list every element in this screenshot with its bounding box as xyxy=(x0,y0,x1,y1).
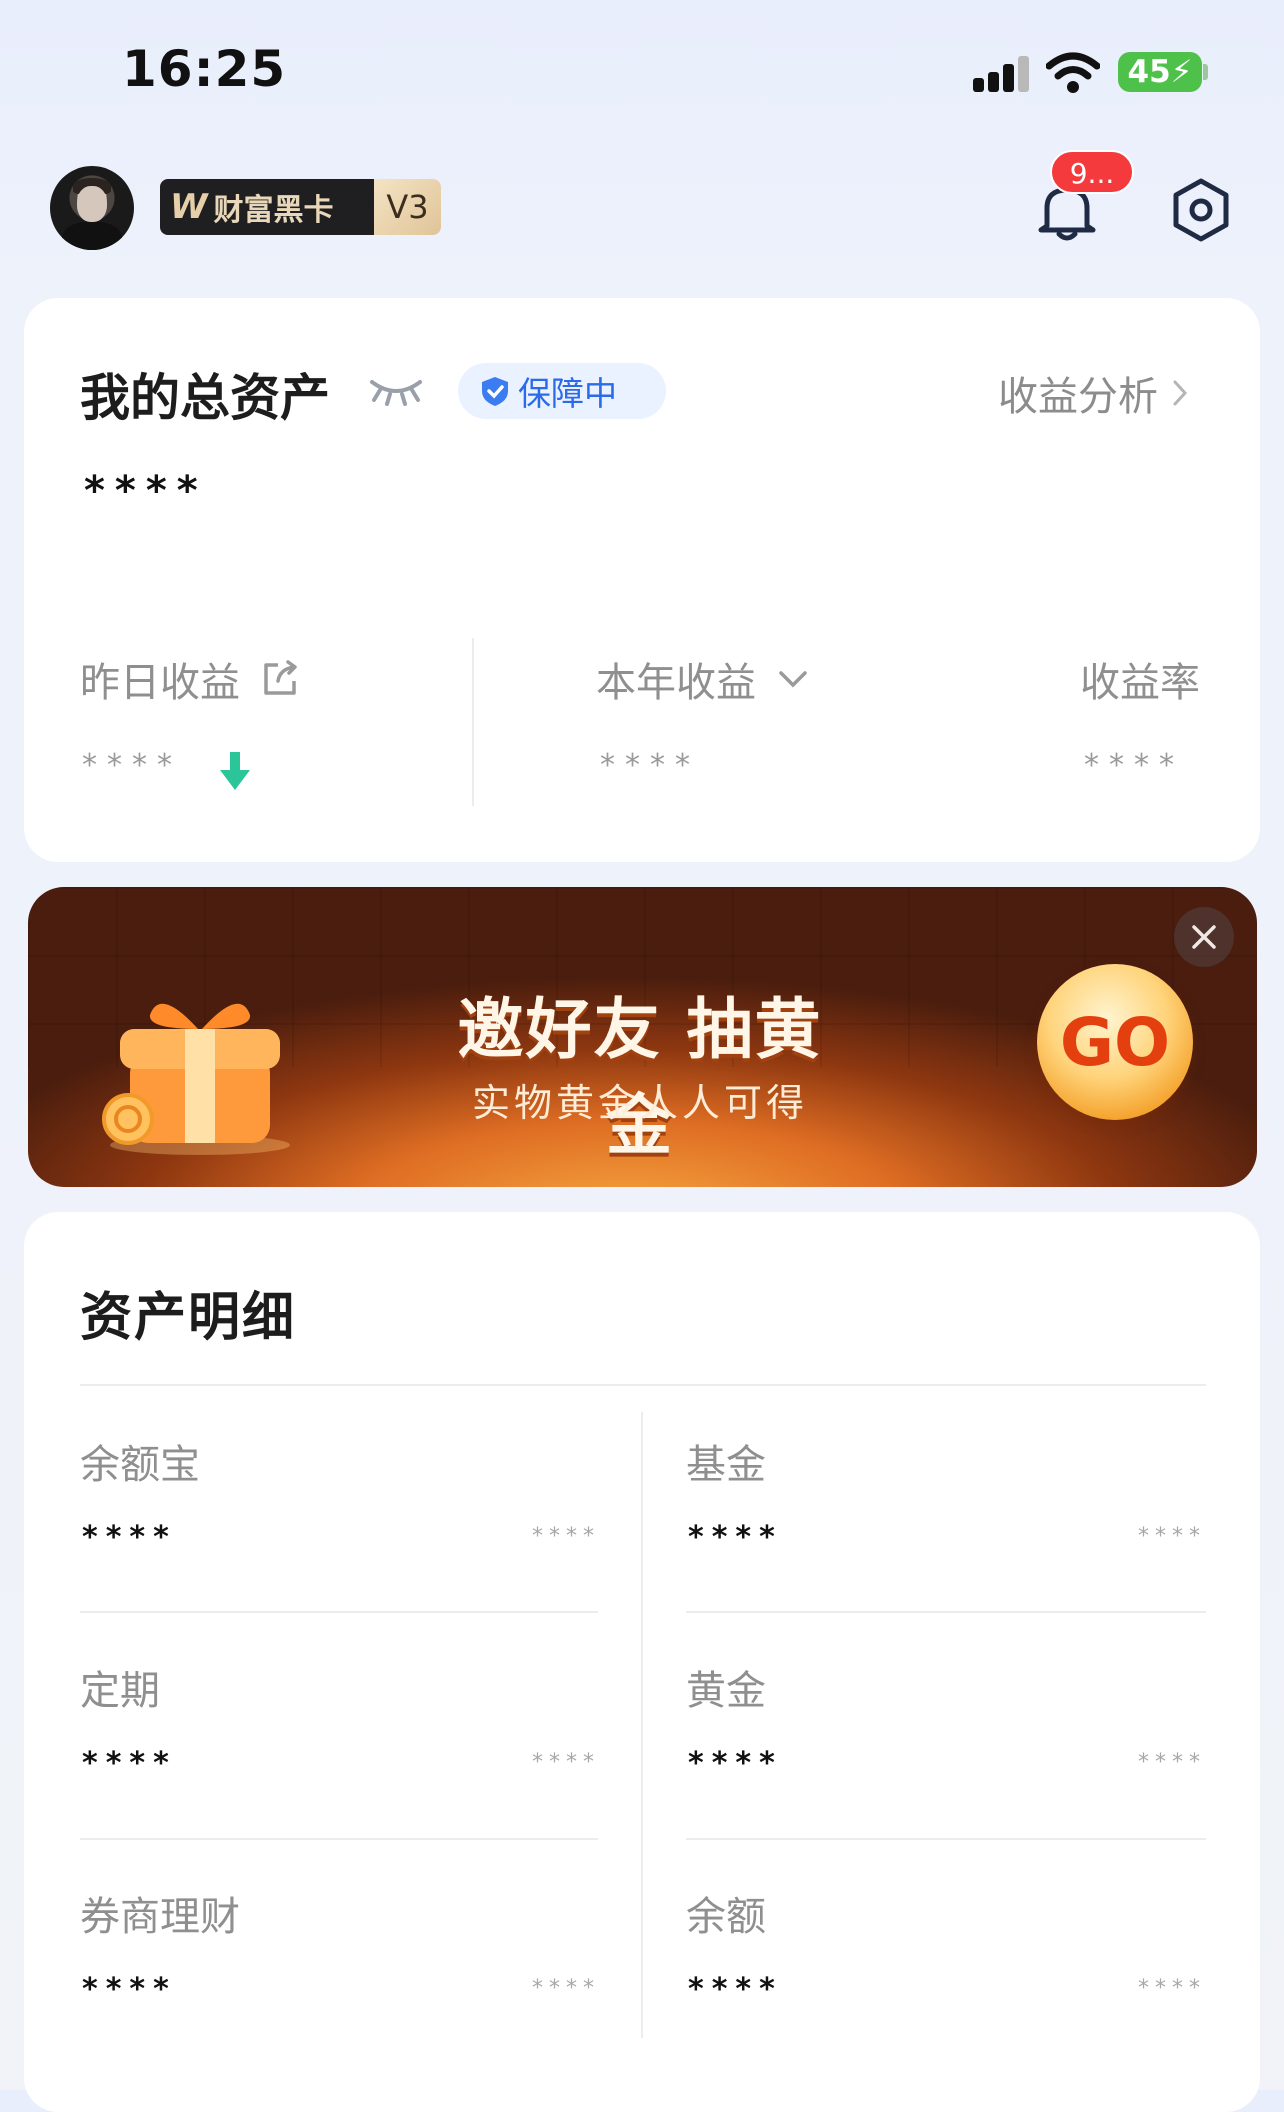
asset-sub-value: **** xyxy=(1138,1524,1206,1549)
return-rate-value: **** xyxy=(1084,748,1184,783)
total-assets-title: 我的总资产 xyxy=(80,369,330,427)
asset-value: **** xyxy=(688,1746,783,1781)
avatar[interactable] xyxy=(50,166,134,250)
row-divider xyxy=(80,1838,598,1840)
asset-name: 定期 xyxy=(80,1668,160,1714)
asset-value: **** xyxy=(688,1972,783,2007)
asset-sub-value: **** xyxy=(1138,1976,1206,2001)
metric-divider xyxy=(472,638,474,806)
year-income[interactable]: 本年收益 xyxy=(596,650,808,708)
status-time: 16:25 xyxy=(122,40,287,98)
protection-badge[interactable]: 保障中 xyxy=(458,363,666,419)
asset-details-title: 资产明细 xyxy=(80,1288,297,1348)
asset-name: 黄金 xyxy=(686,1668,766,1714)
yesterday-income[interactable]: 昨日收益 xyxy=(80,650,300,708)
income-analysis-label: 收益分析 xyxy=(998,374,1158,420)
row-divider xyxy=(80,1611,598,1613)
asset-item-fixed-term[interactable]: 定期 **** **** xyxy=(80,1636,600,1816)
column-divider xyxy=(641,1412,643,2038)
asset-value: **** xyxy=(82,1746,177,1781)
chevron-down-icon xyxy=(779,671,807,688)
protection-label: 保障中 xyxy=(518,374,617,413)
member-badge[interactable]: W 财富黑卡 V3 xyxy=(160,179,441,235)
asset-item-fund[interactable]: 基金 **** **** xyxy=(686,1410,1206,1590)
return-rate-label: 收益率 xyxy=(1080,660,1200,706)
battery-tip xyxy=(1203,64,1208,80)
asset-value: **** xyxy=(82,1972,177,2007)
year-income-label: 本年收益 xyxy=(596,660,756,706)
banner-subtitle: 实物黄金人人可得 xyxy=(471,1081,808,1125)
asset-sub-value: **** xyxy=(1138,1750,1206,1775)
go-button[interactable]: GO xyxy=(1037,964,1193,1120)
badge-logo: W xyxy=(170,187,208,227)
battery-icon: 45⚡ xyxy=(1118,52,1202,92)
asset-sub-value: **** xyxy=(532,1524,600,1549)
asset-name: 余额宝 xyxy=(80,1442,200,1488)
asset-name: 基金 xyxy=(686,1442,766,1488)
asset-item-broker-wealth[interactable]: 券商理财 **** **** xyxy=(80,1862,600,2042)
chevron-right-icon xyxy=(1173,380,1188,406)
year-income-value: **** xyxy=(600,748,700,783)
member-level: V3 xyxy=(374,179,441,235)
yesterday-income-label: 昨日收益 xyxy=(80,660,240,706)
notification-count-badge: 9... xyxy=(1050,150,1134,194)
asset-item-balance[interactable]: 余额 **** **** xyxy=(686,1862,1206,2042)
trend-down-icon xyxy=(220,752,250,790)
wifi-icon xyxy=(1046,52,1100,93)
section-divider xyxy=(80,1384,1206,1386)
shield-icon xyxy=(482,377,508,406)
asset-item-yuebao[interactable]: 余额宝 **** **** xyxy=(80,1410,600,1590)
share-icon[interactable] xyxy=(260,659,300,699)
badge-label: 财富黑卡 xyxy=(213,193,334,228)
yesterday-income-value: **** xyxy=(82,748,182,783)
close-icon xyxy=(1192,925,1216,949)
settings-icon[interactable] xyxy=(1170,177,1232,243)
asset-value: **** xyxy=(688,1520,783,1555)
asset-sub-value: **** xyxy=(532,1976,600,2001)
asset-value: **** xyxy=(82,1520,177,1555)
asset-name: 余额 xyxy=(686,1894,766,1940)
eye-closed-icon[interactable] xyxy=(368,374,424,406)
asset-item-gold[interactable]: 黄金 **** **** xyxy=(686,1636,1206,1816)
gift-icon xyxy=(102,1003,290,1155)
asset-name: 券商理财 xyxy=(80,1894,240,1940)
row-divider xyxy=(686,1611,1206,1613)
total-assets-value: **** xyxy=(84,468,208,514)
row-divider xyxy=(686,1838,1206,1840)
close-banner-button[interactable] xyxy=(1174,907,1234,967)
signal-icon xyxy=(973,56,1029,92)
asset-sub-value: **** xyxy=(532,1750,600,1775)
income-analysis-link[interactable]: 收益分析 xyxy=(998,364,1188,422)
